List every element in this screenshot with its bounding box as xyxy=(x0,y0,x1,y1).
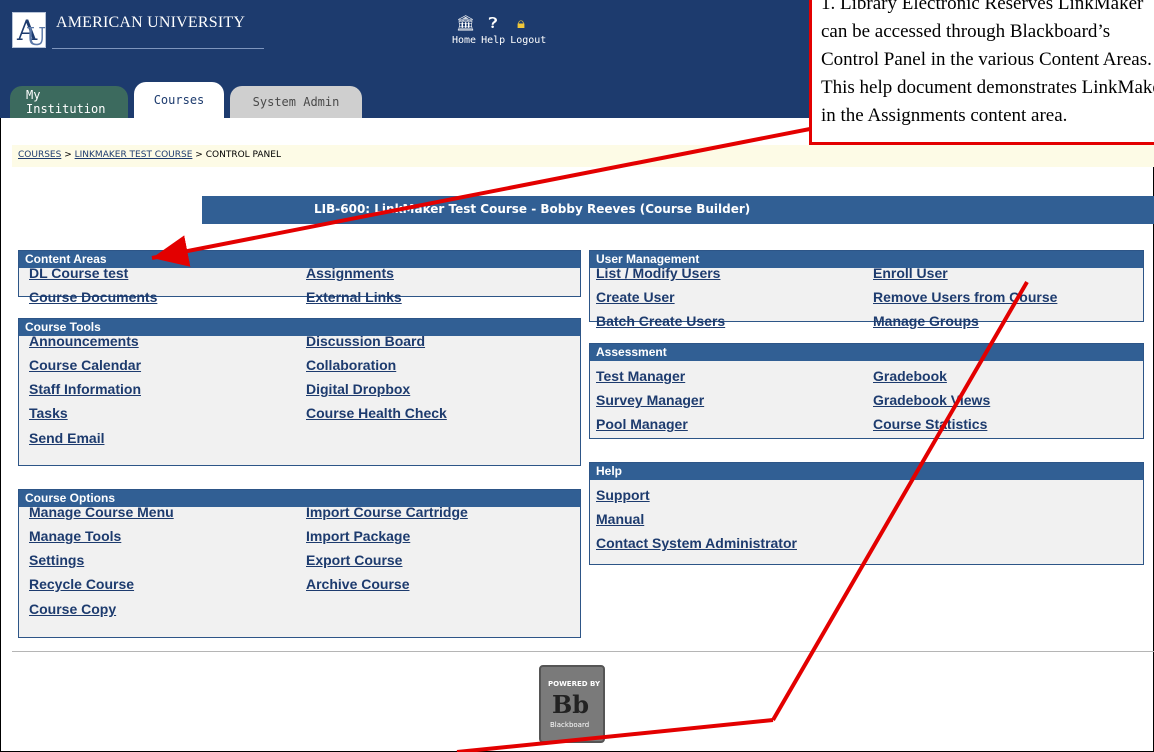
annotation-callout: 1. Library Electronic Reserves LinkMaker… xyxy=(809,0,1154,145)
callout-text: 1. Library Electronic Reserves LinkMaker… xyxy=(821,0,1154,126)
arrow-line-to-bottom xyxy=(456,718,774,752)
arrow-to-content-areas xyxy=(151,125,821,267)
arrow-line-down xyxy=(771,280,1029,722)
